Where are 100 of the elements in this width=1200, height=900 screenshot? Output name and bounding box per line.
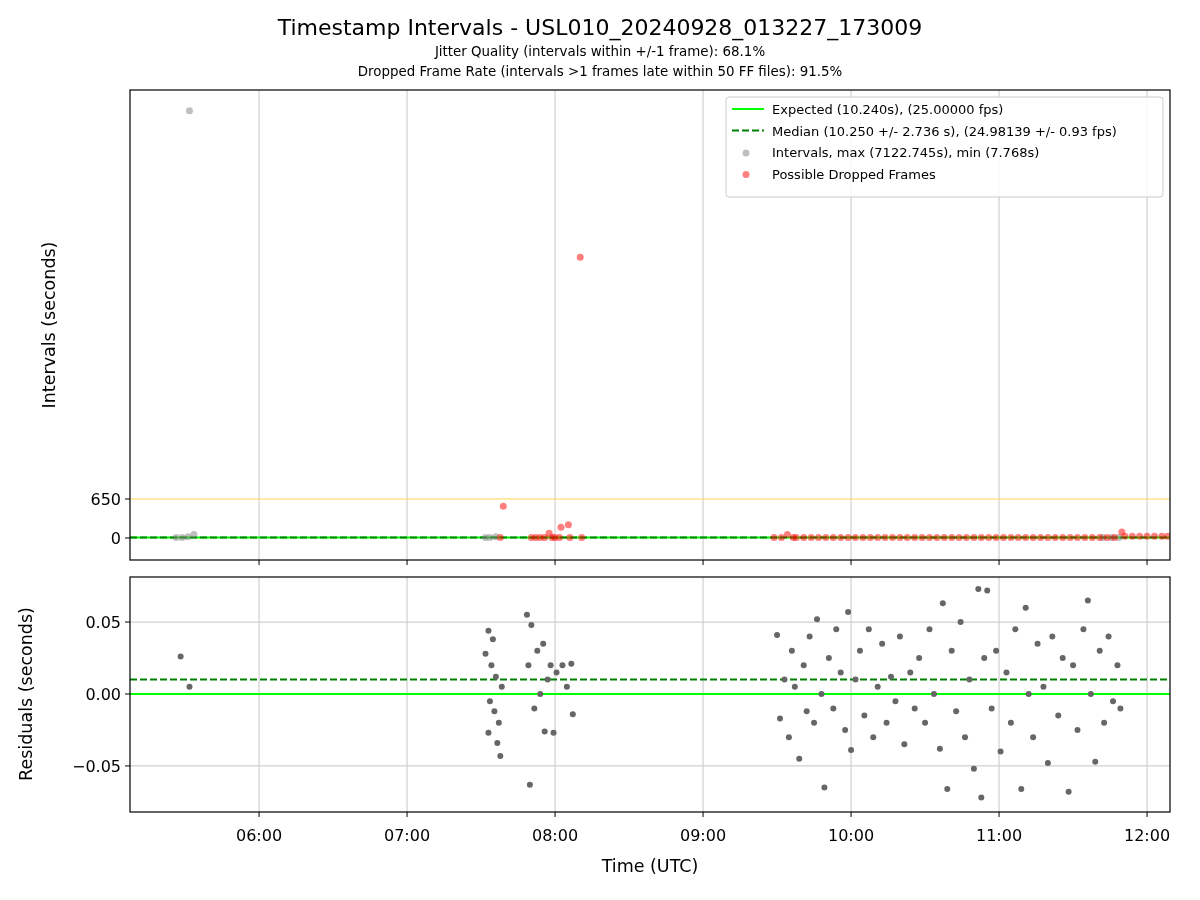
tick-label: 0 [110, 529, 121, 548]
data-point [1105, 633, 1112, 640]
tick-mark [702, 559, 704, 566]
data-point [486, 698, 493, 705]
data-point [911, 705, 918, 712]
data-point [550, 729, 557, 736]
data-point [944, 786, 951, 792]
axis-label: Intervals (seconds) [39, 241, 59, 409]
data-point [957, 619, 964, 626]
tick-label: 11:00 [976, 826, 1023, 845]
data-point [796, 755, 803, 762]
data-point [896, 633, 903, 640]
data-point [495, 719, 502, 726]
data-point [833, 626, 840, 633]
legend-label: Possible Dropped Frames [772, 166, 936, 182]
data-point [1018, 786, 1025, 792]
data-point [1065, 788, 1072, 795]
data-point [1022, 604, 1029, 611]
tick-label: 09:00 [680, 826, 727, 845]
legend-label: Intervals, max (7122.745s), min (7.768s) [772, 145, 1040, 160]
tick-label: 07:00 [384, 826, 431, 845]
tick-mark [1146, 811, 1148, 818]
data-point [489, 636, 496, 643]
data-point [1074, 726, 1081, 733]
data-point [541, 728, 548, 735]
data-point [1003, 669, 1010, 676]
data-point [948, 647, 955, 654]
data-point [842, 726, 849, 733]
tick-mark [124, 693, 131, 695]
data-point [186, 107, 193, 115]
data-point [492, 673, 499, 680]
tick-label: 650 [90, 490, 121, 509]
data-point [1059, 655, 1066, 661]
data-point [1012, 626, 1019, 633]
data-point [806, 633, 813, 640]
tick-mark [124, 765, 131, 767]
data-point [814, 616, 820, 623]
data-point [785, 734, 792, 741]
data-point [939, 600, 946, 607]
tick-mark [998, 559, 1000, 566]
tick-mark [258, 811, 260, 818]
data-point [966, 676, 973, 683]
data-point [845, 608, 852, 615]
data-point [788, 647, 795, 654]
legend-label: Expected (10.240s), (25.00000 fps) [772, 102, 1004, 117]
tick-mark [1146, 559, 1148, 566]
data-point [537, 691, 544, 697]
data-point [523, 611, 530, 618]
data-point [922, 719, 929, 726]
tick-label: 08:00 [532, 826, 579, 845]
tick-mark [702, 811, 704, 818]
data-point [916, 655, 923, 661]
data-point [576, 253, 584, 261]
tick-mark [258, 559, 260, 566]
data-point [1055, 712, 1062, 719]
tick-label: 0.00 [85, 685, 121, 704]
data-point [984, 587, 991, 594]
data-point [962, 734, 968, 741]
data-point [528, 621, 535, 628]
data-point [485, 729, 492, 736]
tick-mark [124, 498, 131, 500]
tick-mark [554, 811, 556, 818]
data-point [177, 653, 184, 660]
data-point [1007, 719, 1014, 726]
tick-mark [998, 811, 1000, 818]
data-point [497, 752, 504, 759]
data-point [870, 734, 877, 741]
data-point [1040, 683, 1047, 690]
data-point [1087, 691, 1094, 697]
tick-label: 06:00 [236, 826, 283, 845]
data-point [482, 650, 489, 657]
tick-mark [850, 559, 852, 566]
data-point [981, 655, 988, 661]
data-point [526, 781, 533, 788]
data-point [879, 640, 886, 647]
data-point [803, 708, 810, 715]
chart-title: Timestamp Intervals - USL010_20240928_013227_173009 [277, 14, 923, 42]
data-point [774, 632, 781, 638]
data-point [926, 626, 933, 633]
data-point [531, 705, 538, 712]
data-point [821, 784, 828, 791]
data-point [837, 669, 844, 676]
data-point [1044, 760, 1051, 767]
data-point [825, 655, 832, 661]
data-point [883, 719, 890, 726]
tick-label: 0.05 [85, 613, 121, 633]
data-point [988, 705, 995, 712]
data-point [566, 533, 574, 541]
tick-mark [554, 559, 556, 566]
data-point [568, 660, 575, 667]
tick-label: 12:00 [1124, 826, 1171, 845]
data-point [1049, 633, 1056, 640]
data-point [830, 705, 837, 712]
data-point [791, 683, 798, 690]
data-point [1114, 662, 1121, 669]
data-point [499, 502, 507, 510]
data-point [874, 683, 881, 690]
tick-label: −0.05 [71, 756, 121, 776]
legend-label: Median (10.250 +/- 2.736 s), (24.98139 +/- 0.93 fps) [772, 123, 1117, 139]
data-point [1030, 734, 1037, 741]
